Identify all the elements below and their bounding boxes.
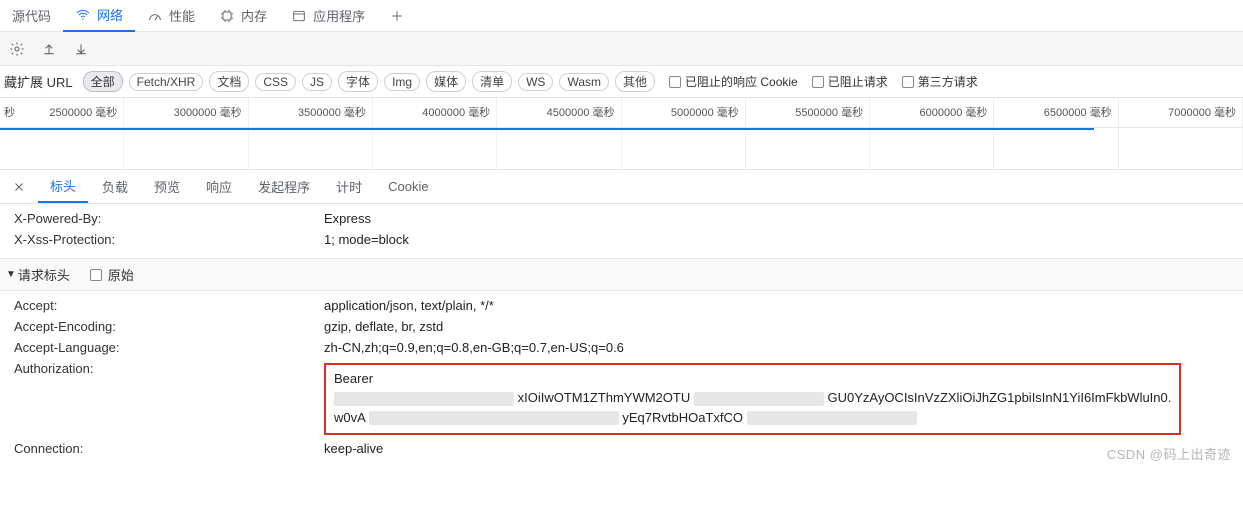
header-row: Accept-Encoding: gzip, deflate, br, zstd — [0, 316, 1243, 337]
tick-label: 秒 — [0, 104, 15, 120]
header-key: Connection: — [14, 441, 324, 456]
tab-add[interactable] — [377, 0, 417, 32]
close-detail-button[interactable] — [6, 174, 32, 200]
authorization-value-box: Bearer xIOiIwOTM1ZThmYWM2OTU GU0YzAyOCIs… — [324, 363, 1181, 435]
filter-chip-css[interactable]: CSS — [255, 73, 296, 91]
filter-bar: 藏扩展 URL 全部 Fetch/XHR 文档 CSS JS 字体 Img 媒体… — [0, 66, 1243, 98]
header-key: Accept: — [14, 298, 324, 313]
header-value: 1; mode=block — [324, 232, 409, 247]
wifi-icon — [75, 7, 91, 23]
redacted-segment — [694, 392, 824, 406]
filter-chip-other[interactable]: 其他 — [615, 71, 655, 92]
request-headers: Accept: application/json, text/plain, */… — [0, 291, 1243, 467]
checkbox-icon — [90, 269, 102, 281]
detail-tab-initiator[interactable]: 发起程序 — [246, 171, 322, 202]
tab-network-label: 网络 — [97, 5, 123, 24]
url-filter-label: 藏扩展 URL — [4, 72, 77, 91]
header-key: X-Xss-Protection: — [14, 232, 324, 247]
timeline-ruler[interactable]: 秒2500000 毫秒 3000000 毫秒 3500000 毫秒 400000… — [0, 98, 1243, 128]
detail-tab-cookie[interactable]: Cookie — [376, 173, 440, 200]
checkbox-icon — [902, 76, 914, 88]
settings-gear-icon[interactable] — [6, 38, 28, 60]
filter-chip-ws[interactable]: WS — [518, 73, 553, 91]
chk-blocked-cookie[interactable]: 已阻止的响应 Cookie — [669, 73, 798, 90]
tab-memory[interactable]: 内存 — [207, 0, 279, 32]
header-value: Express — [324, 211, 371, 226]
request-headers-section-head[interactable]: ▼ 请求标头 原始 — [0, 258, 1243, 291]
header-row: Connection: keep-alive — [0, 438, 1243, 459]
response-headers: X-Powered-By: Express X-Xss-Protection: … — [0, 204, 1243, 258]
tab-sources-label: 源代码 — [12, 6, 51, 25]
waterfall-overview[interactable] — [0, 128, 1243, 170]
checkbox-icon — [812, 76, 824, 88]
chk-blocked-cookie-label: 已阻止的响应 Cookie — [685, 73, 798, 90]
header-row: X-Powered-By: Express — [0, 208, 1243, 229]
detail-tab-response[interactable]: 响应 — [194, 171, 244, 202]
detail-tab-headers[interactable]: 标头 — [38, 170, 88, 203]
filter-chip-manifest[interactable]: 清单 — [472, 71, 512, 92]
plus-icon — [389, 8, 405, 24]
checkbox-icon — [669, 76, 681, 88]
raw-toggle-label: 原始 — [108, 265, 134, 284]
tab-memory-label: 内存 — [241, 6, 267, 25]
tab-performance[interactable]: 性能 — [135, 0, 207, 32]
tab-sources[interactable]: 源代码 — [0, 0, 63, 32]
chk-third-party-label: 第三方请求 — [918, 73, 978, 90]
header-value: application/json, text/plain, */* — [324, 298, 494, 313]
header-value: gzip, deflate, br, zstd — [324, 319, 443, 334]
header-key: X-Powered-By: — [14, 211, 324, 226]
chk-blocked-request[interactable]: 已阻止请求 — [812, 73, 888, 90]
header-value: zh-CN,zh;q=0.9,en;q=0.8,en-GB;q=0.7,en-U… — [324, 340, 624, 355]
waterfall-bar — [0, 128, 1094, 130]
export-up-icon[interactable] — [38, 38, 60, 60]
devtools-top-tabs: 源代码 网络 性能 内存 应用程序 — [0, 0, 1243, 32]
tab-network[interactable]: 网络 — [63, 0, 135, 32]
filter-chip-wasm[interactable]: Wasm — [559, 73, 609, 91]
header-key: Accept-Encoding: — [14, 319, 324, 334]
header-row: X-Xss-Protection: 1; mode=block — [0, 229, 1243, 250]
filter-chip-font[interactable]: 字体 — [338, 71, 378, 92]
detail-tab-preview[interactable]: 预览 — [142, 171, 192, 202]
tab-application[interactable]: 应用程序 — [279, 0, 377, 32]
header-row: Accept-Language: zh-CN,zh;q=0.9,en;q=0.8… — [0, 337, 1243, 358]
gauge-icon — [147, 8, 163, 24]
filter-chip-media[interactable]: 媒体 — [426, 71, 466, 92]
filter-chip-fetchxhr[interactable]: Fetch/XHR — [129, 73, 204, 91]
header-row: Accept: application/json, text/plain, */… — [0, 295, 1243, 316]
redacted-segment — [369, 411, 619, 425]
filter-chip-img[interactable]: Img — [384, 73, 420, 91]
chk-blocked-request-label: 已阻止请求 — [828, 73, 888, 90]
raw-toggle[interactable]: 原始 — [90, 265, 134, 284]
tab-application-label: 应用程序 — [313, 6, 365, 25]
chk-third-party[interactable]: 第三方请求 — [902, 73, 978, 90]
network-toolbar — [0, 32, 1243, 66]
window-icon — [291, 8, 307, 24]
filter-chip-all[interactable]: 全部 — [83, 71, 123, 92]
filter-chip-js[interactable]: JS — [302, 73, 332, 91]
detail-tab-payload[interactable]: 负载 — [90, 171, 140, 202]
chip-icon — [219, 8, 235, 24]
header-key: Authorization: — [14, 361, 324, 376]
detail-tabs: 标头 负载 预览 响应 发起程序 计时 Cookie — [0, 170, 1243, 204]
detail-tab-timing[interactable]: 计时 — [324, 171, 374, 202]
filter-chip-doc[interactable]: 文档 — [209, 71, 249, 92]
header-value: keep-alive — [324, 441, 383, 456]
redacted-segment — [747, 411, 917, 425]
header-key: Accept-Language: — [14, 340, 324, 355]
waterfall-grid — [0, 128, 1243, 169]
header-row-authorization: Authorization: Bearer xIOiIwOTM1ZThmYWM2… — [0, 358, 1243, 438]
redacted-segment — [334, 392, 514, 406]
import-down-icon[interactable] — [70, 38, 92, 60]
triangle-down-icon: ▼ — [6, 269, 16, 280]
section-title: ▼ 请求标头 — [6, 265, 70, 284]
tab-performance-label: 性能 — [169, 6, 195, 25]
